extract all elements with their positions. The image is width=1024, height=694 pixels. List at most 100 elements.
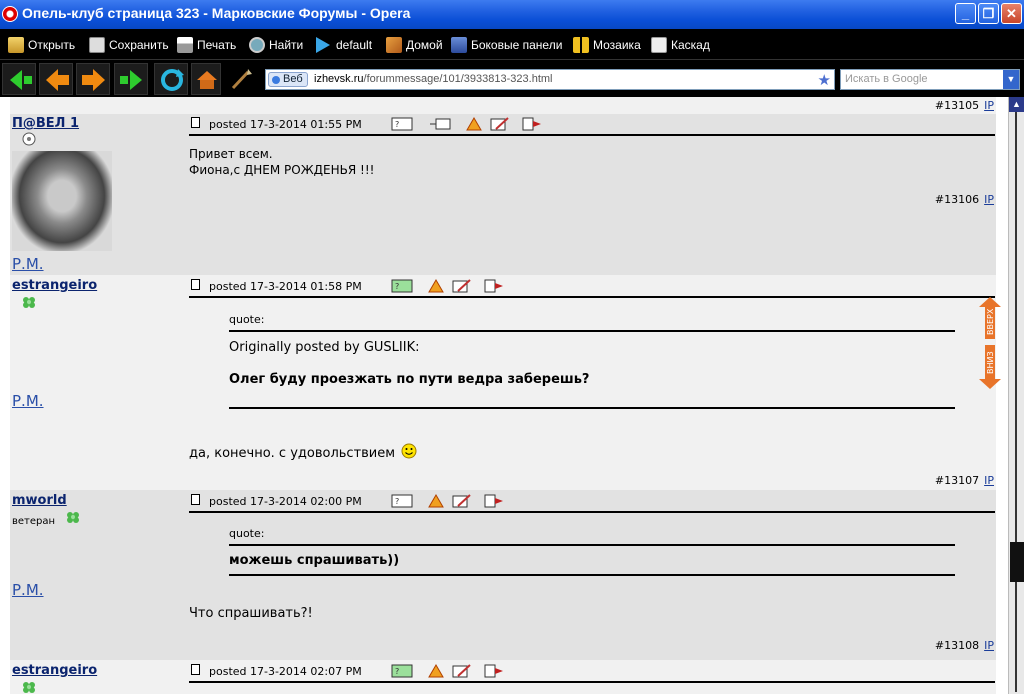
post-number-row: #13105 IP bbox=[10, 97, 996, 114]
search-box[interactable]: Искать в Google ▼ bbox=[840, 69, 1020, 90]
scrollbar-thumb[interactable] bbox=[1010, 542, 1024, 582]
address-bar[interactable]: Веб izhevsk.ru/forummessage/101/3933813-… bbox=[265, 69, 835, 90]
cascade-button[interactable]: Каскад bbox=[651, 36, 710, 54]
post-doc-icon bbox=[191, 117, 200, 128]
save-label: Сохранить bbox=[109, 38, 169, 52]
default-button[interactable]: default bbox=[316, 36, 372, 54]
scroll-up-button[interactable]: ВВЕРХ bbox=[979, 297, 1001, 339]
post-author[interactable]: П@ВЕЛ 1 bbox=[12, 116, 79, 131]
edit-icon[interactable] bbox=[490, 117, 512, 131]
window-title: Опель-клуб страница 323 - Марковские Фор… bbox=[22, 5, 411, 21]
post-author[interactable]: estrangeiro bbox=[12, 278, 97, 293]
rank-flower-icon bbox=[22, 132, 36, 146]
home-label: Домой bbox=[406, 38, 443, 52]
profile-icon[interactable]: ? bbox=[391, 117, 413, 131]
panels-button[interactable]: Боковые панели bbox=[451, 36, 562, 54]
avatar bbox=[12, 151, 112, 251]
url-text[interactable]: izhevsk.ru/forummessage/101/3933813-323.… bbox=[314, 73, 552, 85]
quote-label: quote: bbox=[229, 527, 265, 540]
back-arrow-icon bbox=[46, 69, 69, 91]
profile-icon[interactable]: ? bbox=[391, 494, 413, 508]
reload-button[interactable] bbox=[154, 63, 188, 95]
navigation-toolbar: Веб izhevsk.ru/forummessage/101/3933813-… bbox=[0, 61, 1024, 97]
home-button[interactable]: Домой bbox=[386, 36, 443, 54]
opera-logo-icon bbox=[2, 6, 18, 22]
post-header: posted 17-3-2014 02:07 PM ? bbox=[189, 661, 995, 683]
minimize-button[interactable]: _ bbox=[955, 3, 976, 24]
ip-link[interactable]: IP bbox=[984, 193, 994, 206]
quote-label: quote: bbox=[229, 313, 265, 326]
page-content: #13105 IP П@ВЕЛ 1 Р.М. posted 17-3-2014 0… bbox=[0, 97, 1008, 694]
ip-link[interactable]: IP bbox=[984, 474, 994, 487]
report-warning-icon[interactable] bbox=[428, 279, 450, 293]
profile-icon[interactable]: ? bbox=[391, 664, 413, 678]
edit-icon[interactable] bbox=[452, 664, 474, 678]
post-number: #13105 IP bbox=[935, 99, 994, 112]
panels-label: Боковые панели bbox=[471, 38, 563, 52]
tile-button[interactable]: Мозаика bbox=[573, 36, 641, 54]
posted-date: posted 17-3-2014 01:55 PM bbox=[209, 118, 362, 131]
rank-flower-icon bbox=[23, 297, 35, 308]
reply-quote-icon[interactable] bbox=[484, 664, 506, 678]
default-label: default bbox=[336, 38, 373, 52]
rm-link[interactable]: Р.М. bbox=[12, 255, 44, 273]
panels-icon bbox=[451, 37, 467, 53]
find-label: Найти bbox=[269, 38, 304, 52]
report-warning-icon[interactable] bbox=[428, 664, 450, 678]
print-icon bbox=[177, 37, 193, 53]
save-icon bbox=[89, 37, 105, 53]
home-nav-button[interactable] bbox=[191, 63, 221, 95]
edit-icon[interactable] bbox=[452, 494, 474, 508]
title-bar: Опель-клуб страница 323 - Марковские Фор… bbox=[0, 0, 1024, 29]
print-button[interactable]: Печать bbox=[177, 36, 236, 54]
reply-quote-icon[interactable] bbox=[484, 279, 506, 293]
svg-text:?: ? bbox=[395, 282, 399, 291]
rewind-button[interactable] bbox=[2, 63, 36, 95]
forum-post: estrangeiro posted 17-3-2014 02:07 PM ? bbox=[10, 660, 996, 694]
svg-text:?: ? bbox=[395, 120, 399, 129]
search-dropdown-icon[interactable]: ▼ bbox=[1003, 70, 1019, 89]
forward-button[interactable] bbox=[76, 63, 110, 95]
rm-link[interactable]: Р.М. bbox=[12, 581, 44, 599]
restore-button[interactable]: ❐ bbox=[978, 3, 999, 24]
reply-quote-icon[interactable] bbox=[484, 494, 506, 508]
open-button[interactable]: Открыть bbox=[8, 36, 75, 54]
posted-date: posted 17-3-2014 02:07 PM bbox=[209, 665, 362, 678]
rank-flower-icon bbox=[67, 512, 79, 523]
scroll-down-button[interactable]: ВНИЗ bbox=[979, 345, 1001, 389]
edit-icon[interactable] bbox=[452, 279, 474, 293]
post-number-text: #13107 bbox=[934, 474, 980, 487]
ip-link[interactable]: IP bbox=[984, 639, 994, 652]
wand-button[interactable] bbox=[225, 63, 259, 95]
save-button[interactable]: Сохранить bbox=[89, 36, 169, 54]
find-button[interactable]: Найти bbox=[249, 36, 303, 54]
open-icon bbox=[8, 37, 24, 53]
email-icon[interactable] bbox=[430, 117, 452, 131]
post-number: #13106 IP bbox=[935, 193, 994, 206]
url-path: /forummessage/101/3933813-323.html bbox=[363, 73, 553, 85]
quote-text: можешь спрашивать)) bbox=[229, 553, 400, 568]
rewind-icon bbox=[10, 70, 32, 90]
user-rank: ветеран bbox=[12, 516, 56, 527]
report-warning-icon[interactable] bbox=[428, 494, 450, 508]
rm-link[interactable]: Р.М. bbox=[12, 392, 44, 410]
forward-arrow-icon bbox=[82, 69, 105, 91]
vertical-scrollbar[interactable]: ▲ bbox=[1008, 97, 1024, 694]
report-warning-icon[interactable] bbox=[466, 117, 488, 131]
scroll-up-arrow-icon[interactable]: ▲ bbox=[1009, 97, 1024, 112]
reply-quote-icon[interactable] bbox=[522, 117, 544, 131]
forum-post: mworld ветеран Р.М. posted 17-3-2014 02:… bbox=[10, 490, 996, 660]
profile-icon[interactable]: ? bbox=[391, 279, 413, 293]
url-domain: izhevsk.ru bbox=[314, 73, 364, 85]
ip-link[interactable]: IP bbox=[984, 99, 994, 112]
post-author[interactable]: estrangeiro bbox=[12, 663, 97, 678]
close-button[interactable]: ✕ bbox=[1001, 3, 1022, 24]
post-text-line: Привет всем. bbox=[189, 147, 273, 161]
bookmark-star-icon[interactable]: ★ bbox=[818, 71, 831, 89]
back-button[interactable] bbox=[39, 63, 73, 95]
post-author[interactable]: mworld bbox=[12, 493, 67, 508]
fast-forward-button[interactable] bbox=[114, 63, 148, 95]
reload-icon bbox=[161, 69, 184, 91]
post-number: #13108 IP bbox=[935, 639, 994, 652]
fast-forward-icon bbox=[120, 70, 142, 90]
